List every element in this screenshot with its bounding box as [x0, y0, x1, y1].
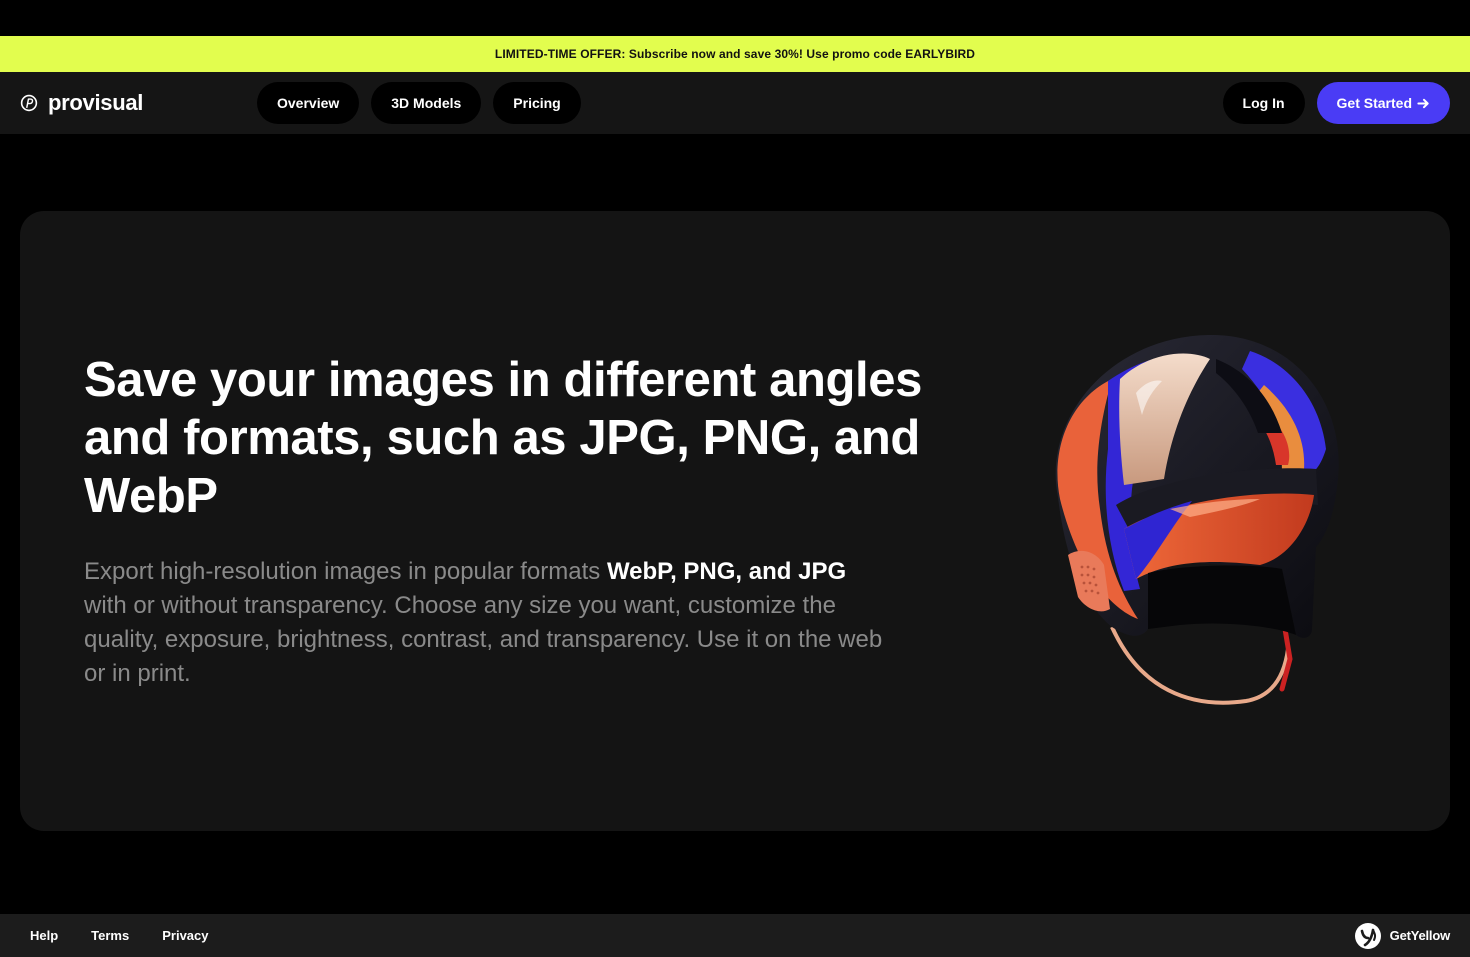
footer-privacy-link[interactable]: Privacy	[162, 928, 208, 943]
promo-text: LIMITED-TIME OFFER: Subscribe now and sa…	[494, 47, 976, 61]
footer-help-link[interactable]: Help	[30, 928, 58, 943]
hero-desc-formats: WebP, PNG, and JPG	[606, 558, 847, 585]
hero-title: Save your images in different angles and…	[84, 353, 922, 523]
hero-desc-part1: Export high-resolution images in popular…	[84, 558, 607, 585]
hero-description: Export high-resolution images in popular…	[84, 555, 884, 691]
hero-desc-part2: with or without transparency. Choose any…	[84, 592, 883, 687]
arrow-right-icon	[1417, 98, 1429, 108]
nav-actions: Log In Get Started	[1222, 82, 1450, 124]
nav-overview[interactable]: Overview	[257, 82, 360, 124]
nav-3d-models[interactable]: 3D Models	[371, 82, 482, 124]
hero-card: Save your images in different angles and…	[20, 211, 1450, 831]
get-started-label: Get Started	[1336, 95, 1412, 111]
login-button[interactable]: Log In	[1222, 82, 1305, 124]
brand-name: provisual	[48, 90, 144, 115]
promo-banner: LIMITED-TIME OFFER: Subscribe now and sa…	[0, 36, 1470, 72]
brand-logo[interactable]: provisual	[20, 72, 143, 134]
footer-terms-link[interactable]: Terms	[91, 928, 129, 943]
footer: Help Terms Privacy GetYellow	[0, 914, 1470, 957]
footer-brand[interactable]: GetYellow	[1354, 914, 1450, 957]
footer-links: Help Terms Privacy	[30, 914, 209, 957]
top-navigation: provisual Overview 3D Models Pricing Log…	[0, 72, 1470, 134]
provisual-logo-icon	[20, 94, 38, 112]
get-started-button[interactable]: Get Started	[1316, 82, 1450, 124]
helmet-3d-model-image	[1055, 334, 1339, 705]
nav-pricing[interactable]: Pricing	[493, 82, 581, 124]
getyellow-logo-icon	[1354, 922, 1381, 949]
footer-brand-name: GetYellow	[1389, 928, 1451, 943]
nav-links: Overview 3D Models Pricing	[257, 82, 581, 124]
